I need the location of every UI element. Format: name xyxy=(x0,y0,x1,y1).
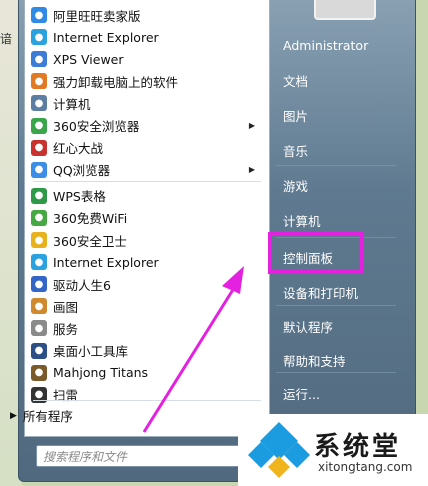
logo-name: 系统堂 xyxy=(314,432,402,462)
logo-url: xitongtang.com xyxy=(318,460,413,474)
arrow-head xyxy=(222,266,244,294)
arrow-shaft xyxy=(142,287,236,433)
site-logo: 系统堂 xitongtang.com xyxy=(238,414,428,486)
logo-diamond-icon xyxy=(248,422,310,478)
